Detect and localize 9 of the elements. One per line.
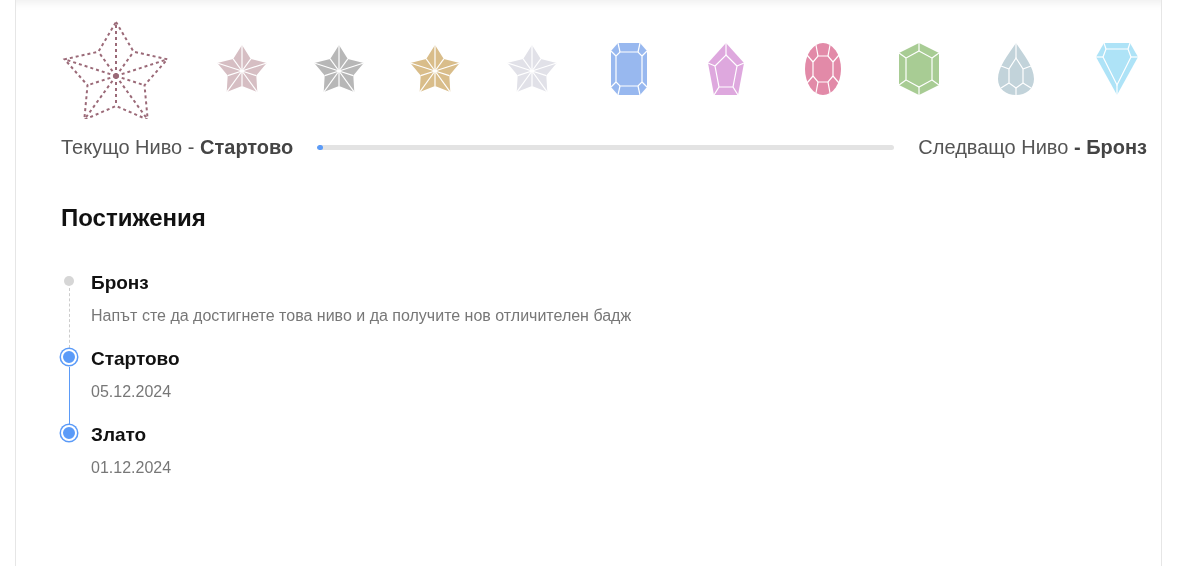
achievement-title: Злато [91, 424, 148, 446]
next-level-label: Следващо Ниво - Бронз [918, 136, 1147, 159]
achievement-date: 01.12.2024 [91, 458, 172, 478]
achievement-title: Стартово [91, 348, 180, 370]
achievement-date: 05.12.2024 [91, 382, 173, 402]
achievement-description: Напът сте да достигнете това ниво и да получите нов отличителен бадж [91, 306, 632, 326]
current-level-label: Текущо Ниво - Стартово [61, 136, 294, 159]
section-heading: Постижения [61, 204, 207, 232]
achievement-title: Бронз [91, 272, 150, 294]
